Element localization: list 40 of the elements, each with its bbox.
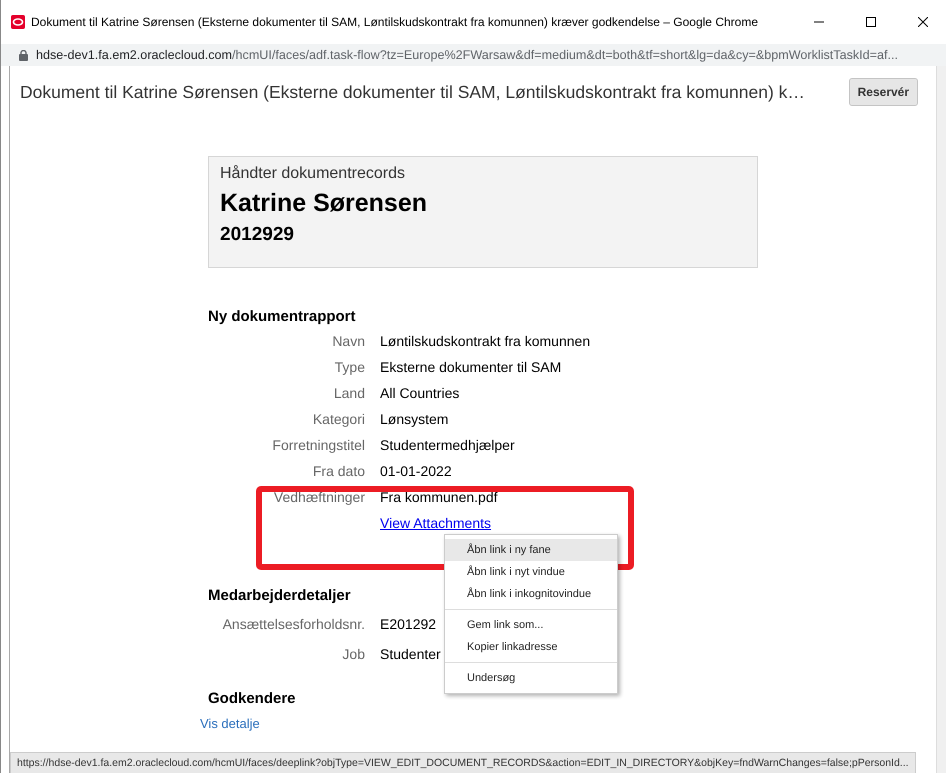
field-value: All Countries (380, 385, 460, 401)
field-label: Job (342, 646, 365, 662)
field-value: Eksterne dokumenter til SAM (380, 359, 562, 375)
window-title: Dokument til Katrine Sørensen (Eksterne dokumenter til SAM, Løntilskudskontrakt fra komunnen) kræver godkendelse – Google Chrome (31, 15, 759, 29)
field-value: Løntilskudskontrakt fra komunnen (380, 333, 590, 349)
field-label: Kategori (312, 411, 365, 427)
card-subtitle: Håndter dokumentrecords (220, 165, 406, 183)
close-icon (918, 17, 928, 27)
menu-item[interactable]: Undersøg (445, 662, 617, 689)
menu-item[interactable]: Kopier linkadresse (445, 636, 617, 658)
maximize-icon (866, 17, 876, 27)
section-heading: Medarbejderdetaljer (208, 587, 351, 604)
field-value: Fra kommunen.pdf (380, 489, 498, 505)
lock-icon (19, 50, 28, 60)
field-label: Navn (332, 333, 365, 349)
page-title: Dokument til Katrine Sørensen (Eksterne dokumenter til SAM, Løntilskudskontrakt fra komunnen) k… (20, 82, 805, 102)
field-value: Studentermedhjælper (380, 437, 515, 453)
field-label: Vedhæftninger (274, 489, 365, 505)
person-number: 2012929 (220, 224, 295, 246)
menu-item[interactable]: Åbn link i ny fane (445, 539, 617, 561)
show-details-link[interactable]: Vis detalje (200, 716, 260, 731)
field-value: Studenter (380, 646, 441, 662)
field-label: Ansættelsesforholdsnr. (222, 616, 365, 632)
field-label: Type (334, 359, 365, 375)
field-label: Fra dato (312, 463, 365, 479)
field-label: Land (334, 385, 365, 401)
field-value: 01-01-2022 (380, 463, 452, 479)
status-bar-url: https://hdse-dev1.fa.em2.oraclecloud.com/hcmUI/faces/deeplink?objType=VIEW_EDIT_DOCUMENT_RECORDS&action=EDIT_IN_DIRECTORY&objKey=fndWarnChanges=false;pPersonId... (10, 752, 916, 773)
section-heading: Ny dokumentrapport (208, 308, 356, 325)
app-icon (11, 15, 25, 29)
menu-item[interactable]: Gem link som... (445, 609, 617, 636)
menu-item[interactable]: Åbn link i nyt vindue (445, 561, 617, 583)
field-value: E201292 (380, 616, 436, 632)
field-label: Forretningstitel (272, 437, 365, 453)
reserve-button[interactable]: Reservér (848, 78, 918, 106)
menu-item[interactable]: Åbn link i inkognitovindue (445, 583, 617, 605)
field-value: Lønsystem (380, 411, 448, 427)
person-name: Katrine Sørensen (220, 189, 428, 218)
section-heading: Godkendere (208, 690, 296, 707)
view-attachments-link[interactable]: View Attachments (380, 515, 492, 531)
